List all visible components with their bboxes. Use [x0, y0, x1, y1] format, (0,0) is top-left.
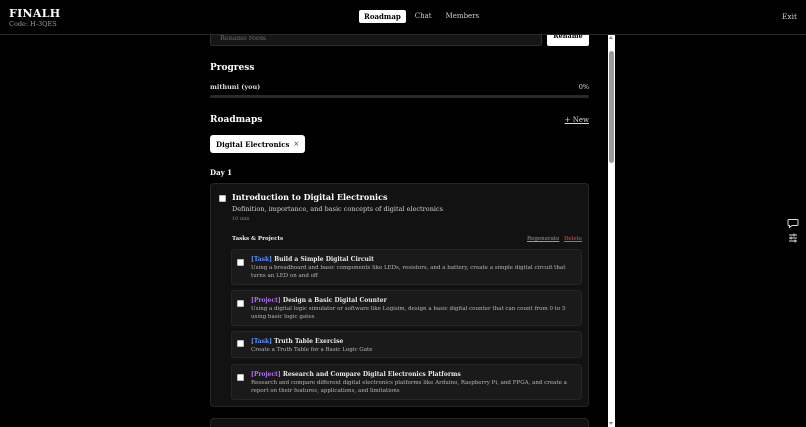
brand: FINALH Code: H-3QES [9, 7, 60, 29]
rename-input[interactable]: Rename room [210, 35, 542, 46]
task-title: [Project] Design a Basic Digital Counter [251, 297, 387, 304]
tasks-heading: Tasks & Projects [232, 236, 284, 242]
task-tag: [Task] [251, 256, 272, 263]
rename-button[interactable]: Rename [547, 35, 589, 46]
task-checkbox[interactable] [237, 259, 244, 266]
delete-button[interactable]: Delete [564, 236, 582, 242]
task-item: [Project] Design a Basic Digital Counter… [231, 290, 582, 326]
task-title-text: Design a Basic Digital Counter [282, 297, 387, 304]
task-item: [Task] Build a Simple Digital Circuit Us… [231, 249, 582, 285]
task-item: [Task] Truth Table Exercise Create a Tru… [231, 331, 582, 358]
top-bar: FINALH Code: H-3QES Roadmap Chat Members… [0, 0, 806, 35]
scroll-down-icon[interactable] [609, 422, 613, 425]
tab-members[interactable]: Members [441, 10, 485, 23]
close-icon[interactable]: × [293, 140, 299, 148]
task-item: [Project] Research and Compare Digital E… [231, 364, 582, 400]
task-description: Using a breadboard and basic components … [251, 265, 566, 279]
lesson-duration: 10 min [232, 216, 250, 222]
day-label: Day 1 [210, 168, 232, 177]
regenerate-button[interactable]: Regenerate [527, 236, 559, 242]
progress-user: mithuni (you) [210, 83, 261, 91]
chat-bubble-icon[interactable] [787, 214, 799, 229]
tab-roadmap[interactable]: Roadmap [359, 10, 406, 23]
task-title: [Project] Research and Compare Digital E… [251, 371, 461, 378]
task-title-text: Research and Compare Digital Electronics… [282, 371, 461, 378]
lesson-description: Definition, importance, and basic concep… [232, 205, 443, 213]
sliders-icon[interactable] [787, 229, 799, 243]
task-checkbox[interactable] [237, 300, 244, 307]
tab-chat[interactable]: Chat [410, 10, 437, 23]
progress-heading: Progress [210, 63, 255, 73]
main-content: Rename room Rename Progress mithuni (you… [210, 35, 590, 427]
task-tag: [Project] [251, 371, 281, 378]
side-toolbar [787, 214, 799, 244]
task-title: [Task] Build a Simple Digital Circuit [251, 256, 374, 263]
scroll-up-icon[interactable] [609, 36, 613, 39]
roadmap-chip-label: Digital Electronics [216, 139, 290, 149]
task-checkbox[interactable] [237, 340, 244, 347]
room-title: FINALH [9, 7, 61, 20]
task-description: Using a digital logic simulator or softw… [251, 306, 566, 320]
rename-row: Rename room Rename [210, 35, 590, 46]
task-description: Create a Truth Table for a Basic Logic G… [251, 347, 373, 353]
roadmaps-heading: Roadmaps [210, 115, 263, 125]
task-title-text: Build a Simple Digital Circuit [274, 256, 374, 263]
progress-bar [210, 95, 589, 98]
task-tag: [Project] [251, 297, 281, 304]
room-code: Code: H-3QES [9, 20, 57, 28]
roadmap-chip[interactable]: Digital Electronics × [210, 135, 306, 153]
scrollbar[interactable] [608, 35, 615, 427]
task-tag: [Task] [251, 338, 272, 345]
task-title: [Task] Truth Table Exercise [251, 338, 343, 345]
exit-button[interactable]: Exit [782, 12, 797, 21]
task-checkbox[interactable] [237, 374, 244, 381]
new-roadmap-link[interactable]: + New [565, 116, 589, 124]
progress-percent: 0% [578, 83, 589, 91]
lesson-title: Introduction to Digital Electronics [232, 192, 388, 202]
next-lesson-card [210, 418, 589, 427]
task-description: Research and compare different digital e… [251, 380, 567, 394]
tab-bar: Roadmap Chat Members [359, 10, 488, 23]
lesson-card: Introduction to Digital Electronics Defi… [210, 183, 589, 407]
task-title-text: Truth Table Exercise [274, 338, 344, 345]
scrollbar-thumb[interactable] [609, 51, 614, 163]
lesson-checkbox[interactable] [219, 195, 226, 202]
